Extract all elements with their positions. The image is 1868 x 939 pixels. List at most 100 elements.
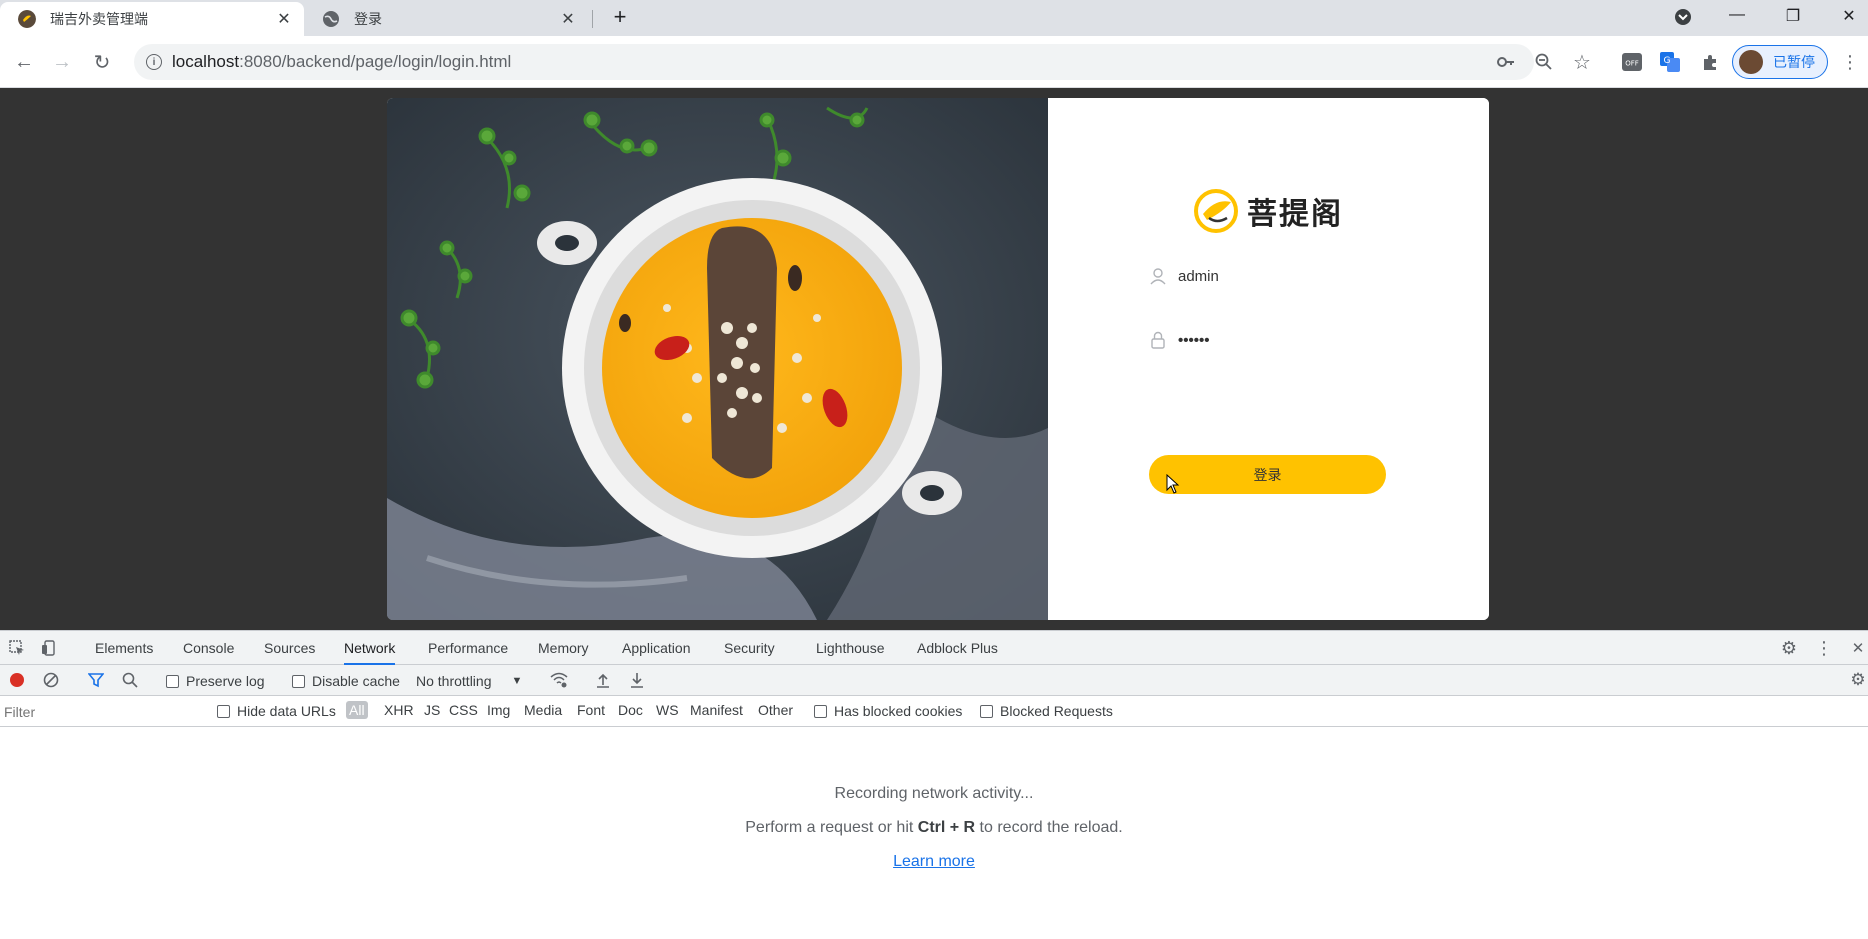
checkbox-box (814, 704, 827, 718)
site-info-icon[interactable]: i (146, 54, 162, 70)
filter-icon[interactable] (85, 669, 107, 691)
filter-type-all[interactable]: All (346, 701, 368, 719)
export-har-icon[interactable] (626, 669, 648, 691)
username-input[interactable] (1178, 267, 1378, 285)
record-icon[interactable] (6, 669, 28, 691)
devtools-settings-icon[interactable]: ⚙ (1778, 637, 1800, 659)
dropdown-arrow-icon: ▼ (511, 675, 523, 687)
devtools-tab-network[interactable]: Network (344, 631, 396, 665)
filter-type-ws[interactable]: WS (656, 702, 679, 718)
devtools-tab-memory[interactable]: Memory (538, 631, 589, 665)
profile-status-label: 已暂停 (1773, 54, 1815, 70)
login-button[interactable]: 登录 (1149, 455, 1386, 494)
adblock-off-icon[interactable]: OFF (1620, 50, 1644, 74)
blocked-requests-label: Blocked Requests (1000, 703, 1113, 719)
tab-active[interactable]: 瑞吉外卖管理端 ✕ (0, 2, 304, 36)
import-har-icon[interactable] (592, 669, 614, 691)
password-input[interactable]: •••••• (1178, 332, 1210, 349)
devtools-tab-elements[interactable]: Elements (95, 631, 153, 665)
tab-title: 登录 (354, 11, 382, 27)
hide-data-urls-label: Hide data URLs (237, 703, 336, 719)
filter-type-manifest[interactable]: Manifest (690, 702, 743, 718)
food-photo (387, 98, 1048, 620)
devtools-close-icon[interactable]: ✕ (1847, 637, 1868, 659)
checkbox-box (166, 674, 179, 688)
key-icon[interactable] (1494, 50, 1518, 74)
tab-search-icon[interactable] (1668, 8, 1698, 31)
network-conditions-icon[interactable] (548, 669, 570, 691)
browser-toolbar: ← → ↻ i localhost:8080/backend/page/logi… (0, 36, 1868, 88)
devtools-tab-sources[interactable]: Sources (264, 631, 315, 665)
filter-type-doc[interactable]: Doc (618, 702, 643, 718)
window-close-icon[interactable]: ✕ (1834, 6, 1864, 26)
svg-text:G: G (1664, 56, 1671, 66)
hint-after: to record the reload. (975, 819, 1123, 836)
learn-more-link[interactable]: Learn more (893, 853, 975, 870)
inspect-element-icon[interactable] (6, 637, 28, 659)
forward-icon[interactable]: → (48, 48, 76, 76)
filter-type-css[interactable]: CSS (449, 702, 478, 718)
page-viewport: 菩提阁 •••••• 登录 (0, 88, 1868, 630)
password-field: •••••• (1148, 320, 1388, 360)
translate-icon[interactable]: G (1658, 50, 1682, 74)
checkbox-box (980, 704, 993, 718)
zoom-out-icon[interactable] (1532, 50, 1556, 74)
devtools-tab-security[interactable]: Security (724, 631, 775, 665)
clear-icon[interactable] (40, 669, 62, 691)
tab-inactive[interactable]: 登录 ✕ (304, 2, 588, 36)
extensions-icon[interactable] (1698, 50, 1722, 74)
new-tab-button[interactable]: + (605, 4, 635, 30)
brand-name: 菩提阁 (1247, 198, 1343, 231)
disable-cache-label: Disable cache (312, 673, 400, 689)
devtools-tab-application[interactable]: Application (622, 631, 691, 665)
network-settings-icon[interactable]: ⚙ (1847, 669, 1868, 691)
preserve-log-label: Preserve log (186, 673, 265, 689)
network-toolbar: Preserve log Disable cache No throttling… (0, 665, 1868, 696)
has-blocked-cookies-label: Has blocked cookies (834, 703, 963, 719)
device-toolbar-icon[interactable] (38, 637, 60, 659)
site-favicon-icon (18, 10, 36, 28)
filter-type-media[interactable]: Media (524, 702, 562, 718)
hint-before: Perform a request or hit (745, 819, 918, 836)
mouse-cursor-icon (1166, 474, 1180, 494)
close-tab-icon[interactable]: ✕ (274, 9, 294, 29)
search-icon[interactable] (119, 669, 141, 691)
address-bar[interactable]: i localhost:8080/backend/page/login/logi… (134, 44, 1534, 80)
filter-type-font[interactable]: Font (577, 702, 605, 718)
lock-icon (1151, 331, 1165, 349)
star-icon[interactable]: ☆ (1570, 50, 1594, 74)
devtools-more-icon[interactable]: ⋮ (1813, 637, 1835, 659)
blocked-requests-checkbox[interactable]: Blocked Requests (980, 703, 1113, 719)
globe-icon (323, 11, 339, 27)
username-field (1148, 256, 1388, 296)
devtools-tab-performance[interactable]: Performance (428, 631, 508, 665)
close-tab-icon[interactable]: ✕ (558, 9, 578, 29)
filter-type-img[interactable]: Img (487, 702, 510, 718)
throttling-select[interactable]: No throttling ▼ (416, 673, 522, 689)
filter-type-other[interactable]: Other (758, 702, 793, 718)
network-filter-bar: Hide data URLs All XHR JS CSS Img Media … (0, 696, 1868, 727)
devtools-tab-lighthouse[interactable]: Lighthouse (816, 631, 885, 665)
reload-icon[interactable]: ↻ (88, 48, 116, 76)
brand-logo-icon (1194, 189, 1238, 233)
restore-icon[interactable]: ❐ (1778, 6, 1808, 26)
minimize-icon[interactable]: — (1722, 6, 1752, 24)
has-blocked-cookies-checkbox[interactable]: Has blocked cookies (814, 703, 962, 719)
devtools-tab-adblock-plus[interactable]: Adblock Plus (917, 631, 998, 665)
filter-type-xhr[interactable]: XHR (384, 702, 414, 718)
url-host: localhost (172, 52, 240, 71)
login-card: 菩提阁 •••••• 登录 (387, 98, 1489, 620)
tab-title: 瑞吉外卖管理端 (50, 11, 148, 27)
profile-button[interactable]: 已暂停 (1732, 45, 1828, 79)
back-icon[interactable]: ← (10, 48, 38, 76)
disable-cache-checkbox[interactable]: Disable cache (292, 673, 400, 689)
menu-icon[interactable]: ⋮ (1838, 50, 1862, 74)
tab-separator (592, 10, 593, 28)
devtools-tab-console[interactable]: Console (183, 631, 234, 665)
checkbox-box (217, 704, 230, 718)
avatar (1739, 50, 1763, 74)
hide-data-urls-checkbox[interactable]: Hide data URLs (217, 703, 336, 719)
preserve-log-checkbox[interactable]: Preserve log (166, 673, 265, 689)
filter-input[interactable] (4, 702, 204, 722)
filter-type-js[interactable]: JS (424, 702, 440, 718)
